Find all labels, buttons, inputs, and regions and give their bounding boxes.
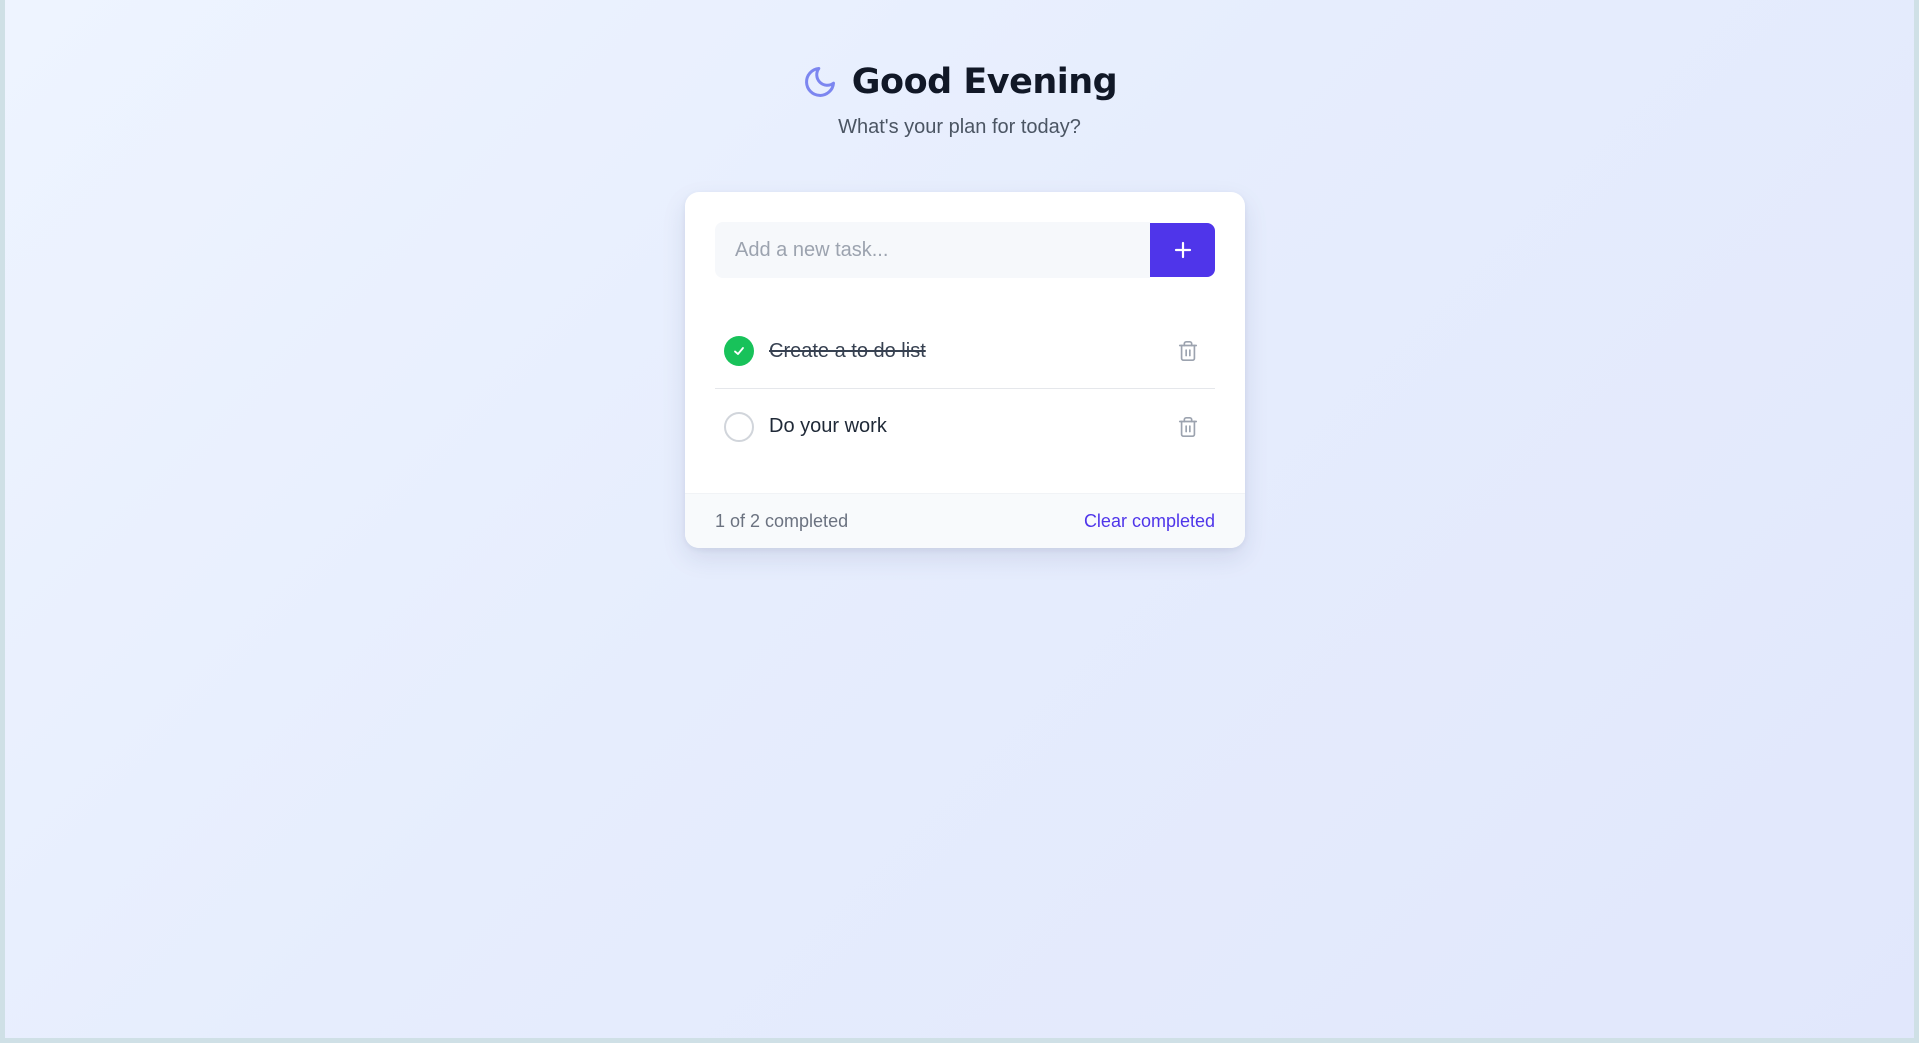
moon-icon <box>802 64 838 100</box>
app-background: Good Evening What's your plan for today? <box>5 0 1914 1038</box>
add-task-button[interactable] <box>1150 223 1215 277</box>
todo-card: Create a to do list Do your <box>685 192 1245 548</box>
clear-completed-link[interactable]: Clear completed <box>1084 511 1215 532</box>
card-footer: 1 of 2 completed Clear completed <box>685 493 1245 548</box>
delete-task-button[interactable] <box>1175 337 1201 365</box>
delete-task-button[interactable] <box>1175 413 1201 441</box>
plus-icon <box>1173 240 1193 260</box>
task-item: Create a to do list <box>715 314 1215 388</box>
new-task-input[interactable] <box>715 222 1150 278</box>
task-label: Create a to do list <box>769 339 926 362</box>
add-task-row <box>715 222 1215 278</box>
task-checkbox[interactable] <box>724 411 754 442</box>
check-icon <box>732 344 746 358</box>
page-title: Good Evening <box>851 62 1118 102</box>
completed-count: 1 of 2 completed <box>715 510 849 531</box>
page-subtitle: What's your plan for today? <box>838 116 1081 138</box>
trash-icon <box>1177 339 1199 363</box>
greeting-header: Good Evening What's your plan for today? <box>5 58 1914 139</box>
task-label: Do your work <box>769 415 887 437</box>
title-row: Good Evening <box>5 58 1914 106</box>
task-list: Create a to do list Do your work <box>715 314 1215 464</box>
task-item: Do your work <box>715 388 1215 464</box>
task-checkbox-checked[interactable] <box>724 336 754 366</box>
trash-icon <box>1177 415 1199 439</box>
